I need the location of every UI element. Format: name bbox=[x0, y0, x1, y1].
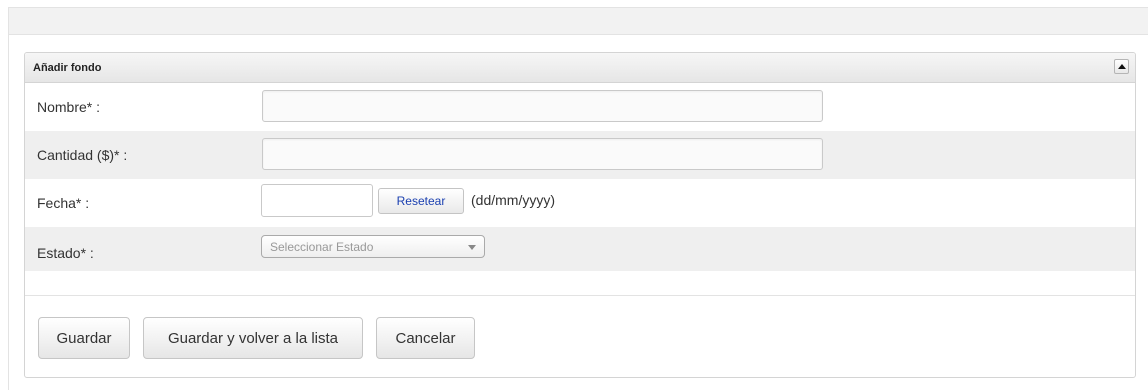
cantidad-label: Cantidad ($)* : bbox=[37, 147, 128, 163]
divider bbox=[25, 295, 1135, 296]
cancel-button[interactable]: Cancelar bbox=[376, 317, 475, 359]
estado-selected-value: Seleccionar Estado bbox=[270, 240, 374, 254]
save-and-back-button[interactable]: Guardar y volver a la lista bbox=[143, 317, 363, 359]
form-row-estado: Estado* : Seleccionar Estado bbox=[25, 227, 1135, 271]
collapse-icon[interactable] bbox=[1114, 59, 1129, 74]
top-bar bbox=[8, 7, 1148, 35]
form-row-cantidad: Cantidad ($)* : bbox=[25, 131, 1135, 179]
panel-title: Añadir fondo bbox=[33, 62, 102, 74]
nombre-label: Nombre* : bbox=[37, 99, 101, 115]
panel-header: Añadir fondo bbox=[25, 53, 1135, 83]
form-row-fecha: Fecha* : Resetear (dd/mm/yyyy) bbox=[25, 179, 1135, 227]
fecha-label: Fecha* : bbox=[37, 195, 90, 211]
estado-label: Estado* : bbox=[37, 245, 94, 261]
estado-select[interactable]: Seleccionar Estado bbox=[261, 235, 485, 258]
date-format-hint: (dd/mm/yyyy) bbox=[471, 192, 555, 208]
fecha-input[interactable] bbox=[261, 184, 373, 217]
chevron-down-icon bbox=[468, 245, 476, 250]
nombre-input[interactable] bbox=[262, 90, 823, 122]
save-button[interactable]: Guardar bbox=[38, 317, 130, 359]
cantidad-input[interactable] bbox=[262, 138, 823, 170]
add-fund-panel: Añadir fondo Nombre* : Cantidad ($)* : F… bbox=[24, 52, 1136, 378]
form-row-nombre: Nombre* : bbox=[25, 83, 1135, 131]
reset-date-button[interactable]: Resetear bbox=[378, 188, 464, 214]
